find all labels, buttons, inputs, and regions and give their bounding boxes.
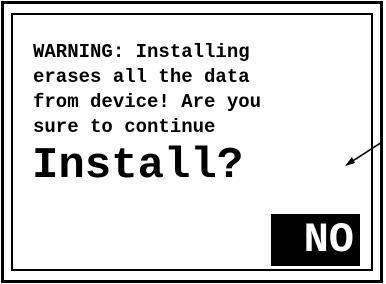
warning-line-3: from device! Are you — [33, 91, 262, 113]
warning-line-4: sure to continue — [33, 116, 216, 138]
no-button[interactable]: NO — [271, 214, 360, 266]
warning-message: WARNING: Installing erases all the data … — [33, 40, 261, 140]
warning-line-1: WARNING: Installing — [33, 41, 250, 63]
install-prompt: Install? — [32, 141, 244, 191]
install-warning-dialog: WARNING: Installing erases all the data … — [1, 1, 383, 283]
warning-line-2: erases all the data — [33, 66, 250, 88]
arrow-pointer-icon — [345, 141, 383, 166]
